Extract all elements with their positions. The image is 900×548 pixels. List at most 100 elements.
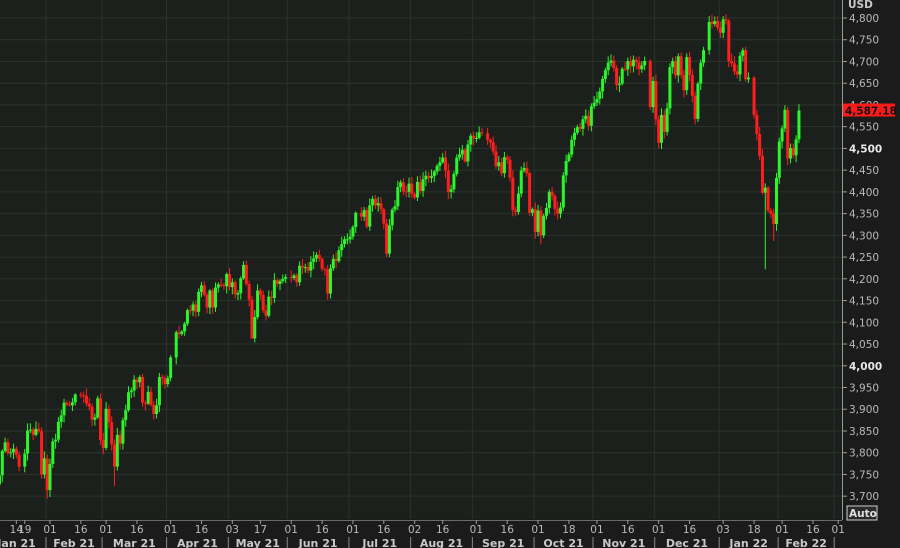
candle-body [533, 209, 537, 232]
candle-body [303, 267, 307, 269]
candle-body [721, 19, 725, 33]
month-label: Jul 21 [361, 537, 397, 548]
candle-body [135, 379, 139, 383]
candle-body [421, 179, 425, 192]
last-price-marker: 4,587.18 [843, 103, 897, 118]
candle-body [542, 215, 546, 236]
candle-body [502, 157, 506, 174]
auto-button-label[interactable]: Auto [849, 508, 877, 520]
x-tick-label: 01 [43, 524, 56, 536]
candle-body [780, 128, 784, 142]
candle-body [129, 390, 133, 393]
candle-body [460, 149, 464, 155]
candle-body [230, 282, 234, 288]
candle-down [766, 186, 770, 213]
candle-body [26, 430, 30, 454]
candle-body [631, 59, 635, 67]
candle-body [146, 391, 150, 404]
candle-body [348, 236, 352, 240]
candle-body [634, 59, 638, 63]
candle-body [413, 194, 417, 198]
candle-up [774, 172, 778, 231]
candle-body [463, 149, 467, 162]
candle-body [90, 406, 94, 420]
candle-body [744, 50, 748, 80]
candle-body [138, 377, 142, 383]
candle-body [250, 299, 254, 339]
candle-body [272, 280, 276, 298]
x-tick-label: 01 [285, 524, 298, 536]
candle-body [519, 170, 523, 194]
month-label: Feb 22 [785, 537, 827, 548]
candle-body [693, 95, 697, 119]
candle-body [73, 394, 77, 403]
candle-body [82, 395, 86, 397]
candle-body [404, 191, 408, 193]
candle-body [40, 431, 44, 475]
x-tick-label: 16 [806, 524, 820, 536]
candle-body [707, 21, 711, 51]
candle-body [544, 207, 548, 216]
y-tick-label: 4,200 [849, 274, 879, 286]
candle-body [539, 210, 543, 236]
candle-body [275, 280, 279, 285]
candle-up [51, 438, 55, 468]
candle-body [615, 67, 619, 85]
candle-up [329, 264, 332, 299]
candle-body [514, 210, 518, 212]
candle-body [84, 395, 88, 404]
x-tick-label: 01 [832, 524, 845, 536]
candle-body [110, 422, 114, 445]
candle-body [351, 227, 355, 237]
candle-body [511, 177, 515, 211]
candle-body [665, 108, 669, 132]
candle-body [564, 161, 568, 176]
candle-body [385, 223, 389, 254]
candle-body [797, 110, 801, 140]
candle-body [42, 458, 46, 475]
x-tick-label: 01 [775, 524, 788, 536]
month-label: Sep 21 [482, 537, 524, 548]
candle-body [258, 290, 262, 295]
candle-body [791, 147, 795, 156]
candle-body [23, 453, 27, 467]
x-tick-label: 16 [501, 524, 515, 536]
y-tick-label: 4,300 [849, 230, 879, 242]
candle-body [48, 464, 52, 491]
candle-body [657, 119, 661, 143]
candle-body [155, 405, 159, 415]
candle-body [107, 408, 111, 423]
candle-body [208, 290, 212, 308]
candle-body [651, 81, 655, 108]
month-label: Feb 21 [53, 537, 95, 548]
candle-down [752, 76, 756, 119]
candle-body [640, 65, 644, 70]
candle-body [472, 135, 476, 139]
candle-body [617, 83, 621, 85]
currency-label: USD [848, 0, 873, 11]
candle-body [674, 61, 678, 76]
candle-body [609, 60, 613, 63]
month-label: Nov 21 [602, 537, 645, 548]
candle-body [452, 174, 456, 190]
candle-body [345, 239, 349, 241]
auto-button[interactable]: Auto [846, 505, 878, 521]
candle-body [340, 244, 344, 251]
candle-body [59, 415, 63, 422]
candle-body [104, 408, 108, 448]
candle-body [474, 137, 478, 139]
y-tick-label: 3,800 [849, 448, 879, 460]
candle-body [789, 147, 793, 159]
x-tick-label: 01 [531, 524, 544, 536]
y-tick-label: 4,050 [849, 339, 879, 351]
candle-body [741, 50, 745, 56]
y-tick-label: 4,000 [849, 361, 882, 373]
candle-body [177, 332, 181, 335]
candle-body [219, 284, 223, 286]
candle-body [298, 265, 302, 283]
candle-body [228, 274, 232, 288]
candle-body [124, 410, 128, 421]
y-tick-label: 3,850 [849, 426, 879, 438]
candle-body [758, 134, 762, 156]
candle-body [592, 102, 596, 107]
